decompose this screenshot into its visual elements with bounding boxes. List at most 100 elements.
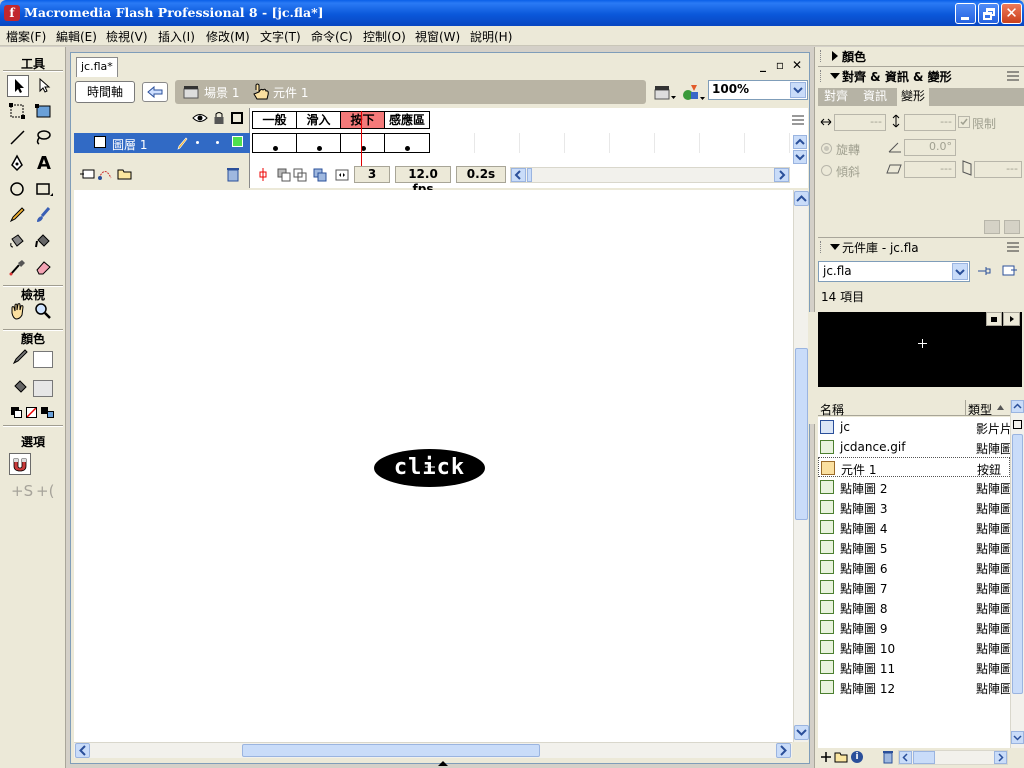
menu-text[interactable]: 文字(T) — [260, 28, 301, 45]
oval-tool-icon[interactable] — [7, 179, 29, 201]
column-name[interactable]: 名稱 — [820, 401, 844, 418]
menu-edit[interactable]: 編輯(E) — [56, 28, 97, 45]
rectangle-tool-icon[interactable] — [33, 179, 55, 201]
menu-commands[interactable]: 命令(C) — [311, 28, 353, 45]
timeline-scroll-up[interactable] — [793, 135, 807, 149]
preview-play-button[interactable] — [1003, 312, 1020, 326]
rotate-radio[interactable] — [821, 143, 832, 154]
onion-skin-icon[interactable] — [277, 168, 291, 182]
frame-label-over[interactable]: 滑入 — [296, 111, 341, 129]
lasso-tool-icon[interactable] — [33, 127, 55, 149]
list-item[interactable]: 點陣圖 4 點陣圖 — [818, 517, 1010, 537]
new-library-panel-icon[interactable] — [1002, 264, 1018, 278]
list-item[interactable]: 點陣圖 8 點陣圖 — [818, 597, 1010, 617]
snap-magnet-icon[interactable] — [9, 453, 31, 475]
outline-icon[interactable] — [231, 112, 243, 124]
copy-transform-icon[interactable] — [984, 220, 1000, 234]
modify-onion-markers-icon[interactable] — [335, 168, 349, 182]
list-item[interactable]: 點陣圖 12 點陣圖 — [818, 677, 1010, 697]
frame-label-up[interactable]: 一般 — [252, 111, 297, 129]
document-tab[interactable]: jc.fla* — [76, 57, 118, 77]
list-item[interactable]: 點陣圖 6 點陣圖 — [818, 557, 1010, 577]
tab-info[interactable]: 資訊 — [859, 88, 891, 106]
skew-v-field[interactable]: --- — [974, 161, 1022, 178]
delete-layer-icon[interactable] — [226, 167, 240, 182]
timeline-menu-icon[interactable] — [791, 113, 805, 127]
edit-scene-icon[interactable] — [653, 83, 677, 101]
tab-align[interactable]: 對齊 — [820, 88, 852, 106]
width-field[interactable]: --- — [834, 114, 886, 131]
list-item[interactable]: 點陣圖 2 點陣圖 — [818, 477, 1010, 497]
height-field[interactable]: --- — [904, 114, 956, 131]
outline-color-swatch[interactable] — [232, 136, 243, 147]
breadcrumb-scene[interactable]: 場景 1 — [204, 84, 239, 101]
lock-dot[interactable] — [216, 141, 219, 144]
title-bar[interactable]: f Macromedia Flash Professional 8 - [jc.… — [0, 0, 1024, 26]
wide-library-icon[interactable] — [1013, 420, 1022, 429]
paint-bucket-tool-icon[interactable] — [33, 231, 55, 253]
scroll-right-icon[interactable] — [776, 743, 791, 758]
chevron-down-icon[interactable] — [952, 263, 968, 280]
back-arrow-button[interactable] — [142, 82, 168, 102]
scroll-left-icon[interactable] — [511, 168, 526, 182]
frame-rate[interactable]: 12.0 fps — [395, 166, 451, 196]
scroll-right-icon[interactable] — [994, 751, 1007, 764]
text-tool-icon[interactable]: A — [33, 153, 55, 175]
zoom-tool-icon[interactable] — [33, 301, 55, 323]
sort-order-icon[interactable] — [996, 403, 1005, 413]
vscroll-thumb[interactable] — [1012, 434, 1023, 694]
zoom-select[interactable]: 100% — [708, 80, 808, 100]
delete-icon[interactable] — [882, 750, 894, 764]
skew-radio[interactable] — [821, 165, 832, 176]
constrain-checkbox[interactable] — [958, 116, 970, 128]
swap-colors-icon[interactable] — [41, 407, 55, 418]
doc-restore-button[interactable]: ▫ — [773, 58, 787, 72]
menu-modify[interactable]: 修改(M) — [206, 28, 250, 45]
list-item[interactable]: jc 影片片段 — [818, 417, 1010, 437]
ink-bottle-tool-icon[interactable] — [7, 231, 29, 253]
no-color-icon[interactable] — [26, 407, 37, 418]
list-item[interactable]: 點陣圖 10 點陣圖 — [818, 637, 1010, 657]
breadcrumb-symbol[interactable]: 元件 1 — [273, 84, 308, 101]
line-tool-icon[interactable] — [7, 127, 29, 149]
panel-menu-icon[interactable] — [1006, 241, 1020, 253]
list-item[interactable]: 點陣圖 9 點陣圖 — [818, 617, 1010, 637]
scroll-thumb[interactable] — [527, 168, 532, 182]
scroll-up-icon[interactable] — [1011, 400, 1024, 413]
preview-stop-button[interactable] — [986, 312, 1002, 326]
library-document-select[interactable]: jc.fla — [818, 261, 970, 282]
reset-transform-icon[interactable] — [1004, 220, 1020, 234]
black-white-icon[interactable] — [11, 407, 22, 418]
scroll-left-icon[interactable] — [899, 751, 912, 764]
fill-transform-tool-icon[interactable] — [33, 101, 55, 123]
subselection-tool-icon[interactable] — [33, 75, 55, 97]
pin-library-icon[interactable] — [976, 264, 992, 278]
insert-layer-icon[interactable] — [79, 167, 95, 181]
lock-icon[interactable] — [213, 111, 225, 125]
pen-tool-icon[interactable] — [7, 153, 29, 175]
stage-vscroll[interactable] — [793, 190, 809, 742]
frame-label-hit[interactable]: 感應區 — [384, 111, 430, 129]
frame-label-down[interactable]: 按下 — [340, 111, 385, 129]
new-symbol-icon[interactable] — [820, 751, 832, 763]
doc-close-button[interactable]: ✕ — [790, 58, 804, 72]
menu-window[interactable]: 視窗(W) — [415, 28, 460, 45]
selection-tool-icon[interactable] — [7, 75, 29, 97]
column-type[interactable]: 類型 — [968, 401, 992, 418]
eye-icon[interactable] — [192, 112, 208, 124]
list-item[interactable]: 元件 1 按鈕 — [818, 457, 1010, 477]
menu-help[interactable]: 說明(H) — [470, 28, 512, 45]
menu-view[interactable]: 檢視(V) — [106, 28, 148, 45]
chevron-down-icon[interactable] — [790, 82, 806, 98]
stage-hscroll[interactable] — [74, 742, 792, 758]
menu-insert[interactable]: 插入(I) — [158, 28, 195, 45]
edit-symbol-icon[interactable] — [681, 82, 705, 102]
properties-collapse-arrow[interactable] — [436, 759, 450, 767]
scroll-up-icon[interactable] — [794, 191, 809, 206]
list-item[interactable]: jcdance.gif 點陣圖 — [818, 437, 1010, 457]
menu-control[interactable]: 控制(O) — [363, 28, 406, 45]
stroke-color-swatch[interactable] — [33, 351, 53, 368]
add-motion-guide-icon[interactable] — [97, 167, 113, 181]
visibility-dot[interactable] — [196, 141, 199, 144]
list-item[interactable]: 點陣圖 3 點陣圖 — [818, 497, 1010, 517]
